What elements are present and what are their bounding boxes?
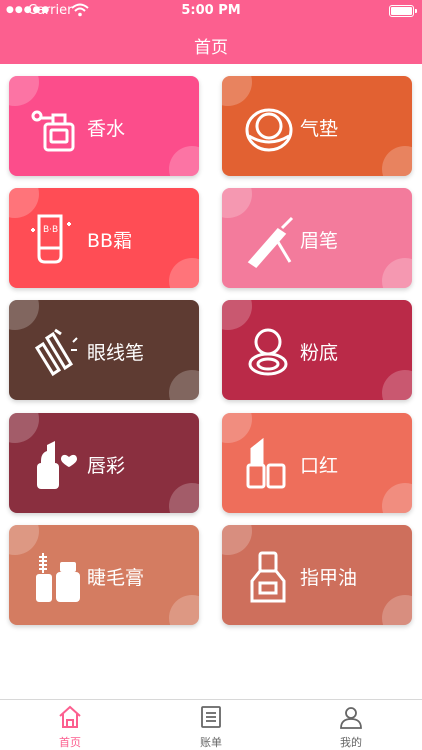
category-card-bb-cream[interactable]: B·B BB霜 [9, 188, 199, 288]
category-card-eyeliner[interactable]: 眼线笔 [9, 300, 199, 400]
category-label: 指甲油 [300, 567, 358, 589]
tab-bar: 首页 账单 我的 [0, 699, 422, 750]
category-label: 睫毛膏 [87, 567, 145, 589]
perfume-bottle-icon [31, 110, 75, 152]
category-label: 眉笔 [300, 230, 339, 252]
mascara-icon [36, 553, 80, 602]
tab-bill[interactable]: 账单 [171, 704, 251, 750]
bb-cream-tube-icon: B·B [31, 214, 71, 264]
category-card-cushion[interactable]: 气垫 [222, 76, 412, 176]
category-card-foundation[interactable]: 粉底 [222, 300, 412, 400]
tab-home[interactable]: 首页 [30, 704, 110, 750]
category-label: 口红 [300, 455, 339, 477]
category-label: 粉底 [300, 342, 339, 364]
category-card-eyebrow-pencil[interactable]: 眉笔 [222, 188, 412, 288]
tab-label: 我的 [340, 736, 362, 749]
category-label: 眼线笔 [87, 342, 145, 364]
tab-label: 账单 [200, 736, 222, 749]
eyebrow-pencil-icon [247, 216, 294, 268]
nail-polish-icon [250, 551, 286, 603]
category-card-lipstick[interactable]: 口红 [222, 413, 412, 513]
category-label: 唇彩 [87, 455, 126, 477]
cushion-compact-icon [245, 108, 293, 152]
lipstick-icon [246, 437, 286, 489]
category-card-mascara[interactable]: 睫毛膏 [9, 525, 199, 625]
foundation-compact-icon [248, 328, 288, 376]
category-label: BB霜 [87, 230, 133, 252]
bill-icon [201, 706, 221, 728]
category-label: 气垫 [300, 118, 339, 140]
status-time: 5:00 PM [181, 3, 241, 18]
tab-label: 首页 [59, 736, 81, 749]
category-label: 香水 [87, 118, 126, 140]
home-icon [59, 705, 81, 728]
user-icon [340, 707, 362, 729]
category-card-lip-gloss[interactable]: 唇彩 [9, 413, 199, 513]
category-card-nail-polish[interactable]: 指甲油 [222, 525, 412, 625]
eyeliner-icon [34, 328, 78, 377]
lip-gloss-heart-icon [37, 441, 77, 489]
nav-header: ●●●●● Carrier 5:00 PM 首页 [0, 0, 422, 64]
tab-mine[interactable]: 我的 [311, 704, 391, 750]
svg-text:B·B: B·B [43, 225, 58, 235]
battery-icon [389, 5, 417, 17]
page-title: 首页 [194, 38, 228, 58]
status-bar: ●●●●● Carrier 5:00 PM [0, 0, 422, 22]
category-card-perfume[interactable]: 香水 [9, 76, 199, 176]
